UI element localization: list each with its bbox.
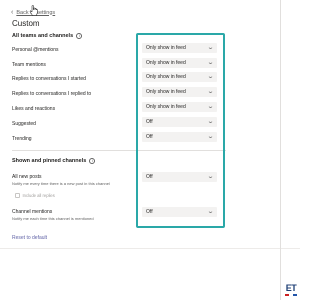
- section-pinned-label: Shown and pinned channels: [12, 158, 87, 164]
- all-new-posts-description: Notify me every time there is a new post…: [12, 181, 110, 186]
- row-label-all-new-posts: All new posts: [12, 174, 42, 180]
- section-all-teams-label: All teams and channels: [12, 33, 74, 39]
- channel-mentions-description: Notify me each time this channel is ment…: [12, 216, 94, 221]
- row-label-replies-started: Replies to conversations I started: [12, 76, 86, 82]
- row-label-likes-reactions: Likes and reactions: [12, 106, 56, 112]
- section-all-teams-title: All teams and channels i: [12, 33, 83, 39]
- panel-border: [280, 0, 281, 300]
- hand-cursor-icon: [29, 5, 38, 16]
- reset-to-default-link[interactable]: Reset to default: [12, 235, 47, 241]
- brand-text: ET: [285, 283, 297, 293]
- section-pinned-title: Shown and pinned channels i: [12, 158, 96, 164]
- chevron-left-icon: ‹: [11, 9, 14, 16]
- include-replies-checkbox-row[interactable]: Include all replies: [15, 193, 55, 198]
- include-replies-checkbox[interactable]: [15, 193, 20, 198]
- row-label-replies-replied: Replies to conversations I replied to: [12, 91, 92, 97]
- row-label-suggested: Suggested: [12, 121, 36, 127]
- footer-divider: [0, 248, 300, 249]
- info-icon[interactable]: i: [76, 33, 83, 39]
- info-icon[interactable]: i: [89, 158, 96, 164]
- row-label-personal-mentions: Personal @mentions: [12, 47, 59, 53]
- include-replies-label: Include all replies: [22, 193, 55, 198]
- row-label-trending: Trending: [12, 136, 32, 142]
- flag-stripes: [285, 294, 297, 296]
- page-title: Custom: [12, 19, 40, 28]
- row-label-team-mentions: Team mentions: [12, 62, 46, 68]
- brand-logo: ET: [283, 284, 299, 298]
- highlight-annotation-box: [136, 33, 225, 228]
- row-label-channel-mentions: Channel mentions: [12, 209, 53, 215]
